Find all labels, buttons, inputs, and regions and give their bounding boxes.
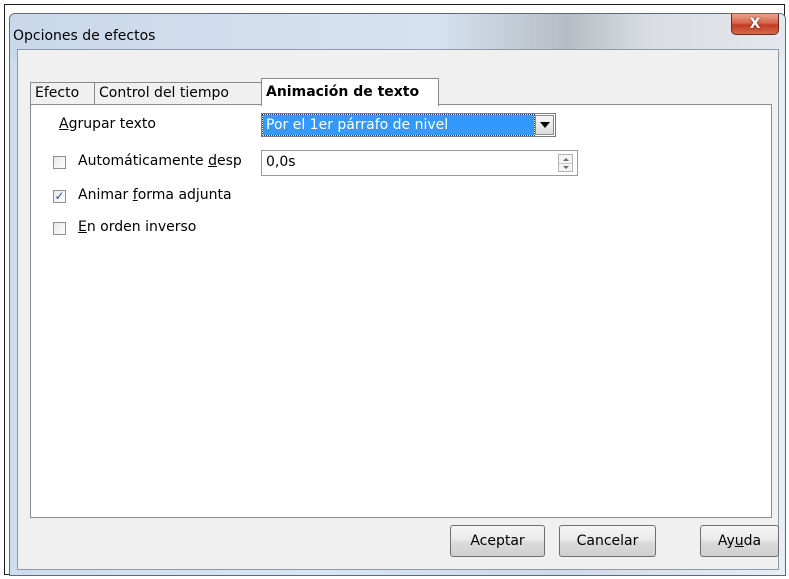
dropdown-button[interactable] [535, 115, 554, 135]
effects-options-dialog: Opciones de efectos X Efecto Control del… [9, 13, 786, 576]
dialog-client-area: Efecto Control del tiempo Animación de t… [17, 49, 779, 570]
cancel-button[interactable]: Cancelar [559, 525, 656, 557]
checkmark-icon: ✓ [54, 189, 65, 203]
delay-value: 0,0s [266, 154, 296, 170]
chevron-down-icon [539, 122, 550, 128]
animate-shape-label: Animar forma adjunta [78, 187, 232, 203]
spin-buttons [558, 154, 573, 172]
tab-efecto[interactable]: Efecto [30, 82, 95, 104]
auto-after-label: Automáticamente desp [78, 153, 242, 169]
chevron-down-icon [562, 165, 569, 169]
tab-control-del-tiempo[interactable]: Control del tiempo [94, 82, 262, 104]
animate-shape-checkbox[interactable]: ✓ [53, 190, 66, 203]
spin-down-button[interactable] [559, 163, 572, 171]
text-animation-panel: Agrupar texto Por el 1er párrafo de nive… [30, 104, 772, 518]
accept-button[interactable]: Aceptar [450, 525, 545, 557]
close-button[interactable]: X [731, 14, 779, 35]
close-icon: X [749, 16, 761, 32]
group-text-selected-value: Por el 1er párrafo de nivel [262, 114, 535, 136]
delay-spin-field[interactable]: 0,0s [261, 150, 578, 176]
group-text-label: Agrupar texto [59, 116, 156, 132]
auto-after-checkbox[interactable] [53, 156, 66, 169]
help-button[interactable]: Ayuda [700, 525, 779, 557]
window-title: Opciones de efectos [13, 28, 156, 44]
reverse-order-checkbox[interactable] [53, 222, 66, 235]
reverse-order-label: En orden inverso [78, 219, 197, 235]
group-text-dropdown[interactable]: Por el 1er párrafo de nivel [261, 113, 556, 137]
chevron-up-icon [562, 157, 569, 161]
tab-animacion-de-texto[interactable]: Animación de texto [261, 78, 439, 106]
